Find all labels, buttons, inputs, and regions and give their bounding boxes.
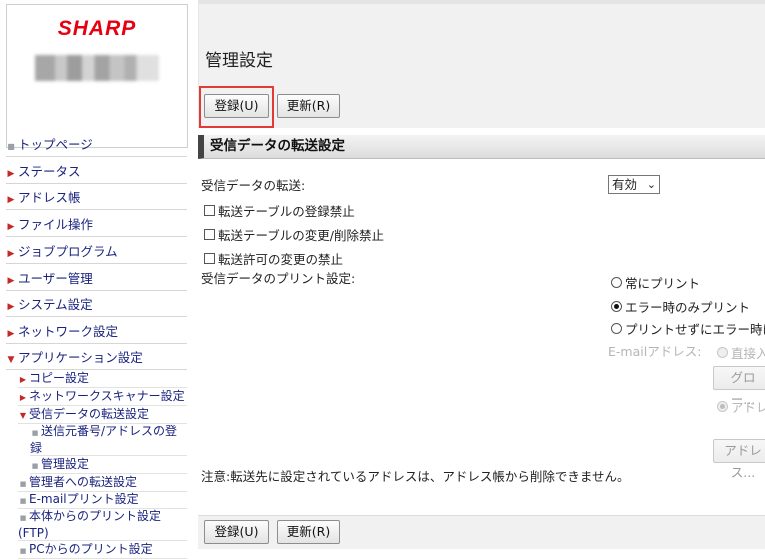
- sidebar-subitem-label: 本体からのプリント設定(FTP): [18, 509, 162, 540]
- global-address-button[interactable]: グロー...: [713, 366, 765, 407]
- sidebar-subitem-label: 管理設定: [41, 457, 90, 471]
- sidebar-subitem-label: 受信データの転送設定: [29, 407, 150, 421]
- sidebar-subitem-forward-settings[interactable]: ▼ 受信データの転送設定: [18, 406, 187, 424]
- sidebar-subitem-ftp-print[interactable]: ■ 本体からのプリント設定(FTP): [18, 509, 187, 541]
- radio-circle[interactable]: [611, 277, 622, 288]
- radio-label: 直接入...: [731, 346, 765, 361]
- checkbox-box[interactable]: [204, 253, 215, 264]
- sidebar-subitem-email-print[interactable]: ■ E-mailプリント設定: [18, 491, 187, 509]
- sidebar-item-label: アプリケーション設定: [18, 350, 143, 365]
- triangle-right-icon: ▶: [19, 393, 27, 402]
- radio-label: プリントせずにエラー時は...: [625, 322, 765, 337]
- sidebar-item-job-program[interactable]: ▶ ジョブプログラム: [6, 240, 187, 264]
- square-bullet-icon: ■: [19, 514, 27, 522]
- radio-print-on-error[interactable]: エラー時のみプリント: [611, 297, 750, 316]
- sidebar-subitem-network-scanner[interactable]: ▶ ネットワークスキャナー設定: [18, 388, 187, 406]
- forward-select-value: 有効: [612, 177, 638, 192]
- sidebar-item-label: ジョブプログラム: [18, 244, 118, 259]
- update-button-bottom[interactable]: 更新(R): [277, 520, 340, 544]
- checkbox-box[interactable]: [204, 229, 215, 240]
- square-bullet-icon: ■: [31, 429, 39, 437]
- radio-label: 常にプリント: [625, 276, 701, 291]
- radio-direct-input[interactable]: 直接入...: [717, 343, 765, 362]
- sidebar-item-label: ファイル操作: [18, 217, 94, 232]
- email-address-label: E-mailアドレス:: [608, 344, 702, 359]
- address-book-button[interactable]: アドレス...: [713, 439, 765, 480]
- square-bullet-icon: ■: [7, 142, 15, 151]
- triangle-down-icon: ▼: [19, 411, 27, 420]
- sidebar-subitem-label: 管理者への転送設定: [29, 475, 138, 489]
- checkbox-no-change-permission[interactable]: 転送許可の変更の禁止: [204, 249, 343, 268]
- sidebar-item-file-operations[interactable]: ▶ ファイル操作: [6, 213, 187, 237]
- square-bullet-icon: ■: [31, 462, 39, 470]
- chevron-down-icon: ⌄: [646, 178, 656, 191]
- radio-address-book[interactable]: アドレ...: [717, 397, 765, 416]
- checkbox-box[interactable]: [204, 205, 215, 216]
- sidebar-item-label: トップページ: [18, 137, 93, 152]
- sidebar-subitem-copy-settings[interactable]: ▶ コピー設定: [18, 370, 187, 388]
- sidebar: SHARP ■ トップページ ▶ ステータス ▶ アドレス帳 ▶ ファイル操作 ▶ ジョブ…: [0, 0, 190, 559]
- sidebar-item-label: ユーザー管理: [18, 271, 93, 286]
- triangle-right-icon: ▶: [7, 169, 15, 179]
- triangle-right-icon: ▶: [7, 302, 15, 312]
- sidebar-item-label: ネットワーク設定: [18, 324, 119, 339]
- triangle-right-icon: ▶: [7, 222, 15, 232]
- section-title: 受信データの転送設定: [198, 135, 765, 159]
- square-bullet-icon: ■: [19, 497, 27, 505]
- radio-label: アドレ...: [731, 400, 765, 415]
- register-button-bottom[interactable]: 登録(U): [204, 520, 269, 544]
- triangle-right-icon: ▶: [7, 329, 15, 339]
- sidebar-subitem-label: ネットワークスキャナー設定: [29, 389, 185, 403]
- sidebar-subitem-admin-settings[interactable]: ■ 管理設定: [30, 456, 187, 474]
- page-title: 管理設定: [205, 51, 273, 71]
- note-text: 注意:転送先に設定されているアドレスは、アドレス帳から削除できません。: [201, 469, 630, 484]
- sidebar-subitem-sender-registration[interactable]: ■ 送信元番号/アドレスの登録: [30, 424, 187, 456]
- triangle-down-icon: ▼: [7, 355, 15, 365]
- sidebar-subitem-pc-print[interactable]: ■ PCからのプリント設定: [18, 541, 187, 559]
- forward-label: 受信データの転送:: [201, 178, 306, 193]
- checkbox-no-register-table[interactable]: 転送テーブルの登録禁止: [204, 201, 355, 220]
- checkbox-label: 転送テーブルの登録禁止: [218, 204, 355, 219]
- triangle-right-icon: ▶: [7, 249, 15, 259]
- triangle-right-icon: ▶: [19, 375, 27, 384]
- sidebar-item-address-book[interactable]: ▶ アドレス帳: [6, 186, 187, 210]
- print-settings-label: 受信データのプリント設定:: [201, 271, 356, 286]
- triangle-right-icon: ▶: [7, 195, 15, 205]
- sidebar-item-application-settings[interactable]: ▼ アプリケーション設定: [6, 346, 187, 370]
- sidebar-item-system-settings[interactable]: ▶ システム設定: [6, 293, 187, 317]
- checkbox-no-change-table[interactable]: 転送テーブルの変更/削除禁止: [204, 225, 384, 244]
- sidebar-item-top-page[interactable]: ■ トップページ: [6, 133, 187, 157]
- radio-always-print[interactable]: 常にプリント: [611, 273, 700, 292]
- radio-circle[interactable]: [717, 347, 728, 358]
- top-strip: [198, 0, 765, 4]
- logo-box: SHARP: [6, 4, 188, 148]
- blurred-model-name: [35, 55, 159, 81]
- sidebar-item-label: ステータス: [18, 164, 81, 179]
- sidebar-item-label: システム設定: [18, 297, 93, 312]
- square-bullet-icon: ■: [19, 547, 27, 555]
- radio-no-print[interactable]: プリントせずにエラー時は...: [611, 319, 765, 338]
- sharp-logo: SHARP: [57, 17, 137, 40]
- sidebar-item-label: アドレス帳: [18, 190, 81, 205]
- radio-circle[interactable]: [717, 401, 728, 412]
- triangle-right-icon: ▶: [7, 276, 15, 286]
- update-button[interactable]: 更新(R): [277, 94, 340, 118]
- highlight-frame: [199, 86, 274, 128]
- sidebar-item-status[interactable]: ▶ ステータス: [6, 160, 187, 184]
- checkbox-label: 転送許可の変更の禁止: [218, 252, 344, 267]
- sidebar-subitem-label: PCからのプリント設定: [29, 542, 153, 556]
- forward-select[interactable]: 有効 ⌄: [608, 175, 660, 194]
- radio-label: エラー時のみプリント: [625, 300, 751, 315]
- checkbox-label: 転送テーブルの変更/削除禁止: [218, 228, 384, 243]
- radio-circle[interactable]: [611, 301, 622, 312]
- sidebar-subitem-admin-forward[interactable]: ■ 管理者への転送設定: [18, 474, 187, 492]
- sidebar-item-network-settings[interactable]: ▶ ネットワーク設定: [6, 320, 187, 344]
- sidebar-item-user-management[interactable]: ▶ ユーザー管理: [6, 267, 187, 291]
- radio-circle[interactable]: [611, 323, 622, 334]
- sidebar-subitem-label: 送信元番号/アドレスの登録: [30, 424, 178, 455]
- sidebar-subitem-label: コピー設定: [29, 371, 90, 385]
- sidebar-subitem-label: E-mailプリント設定: [29, 492, 139, 506]
